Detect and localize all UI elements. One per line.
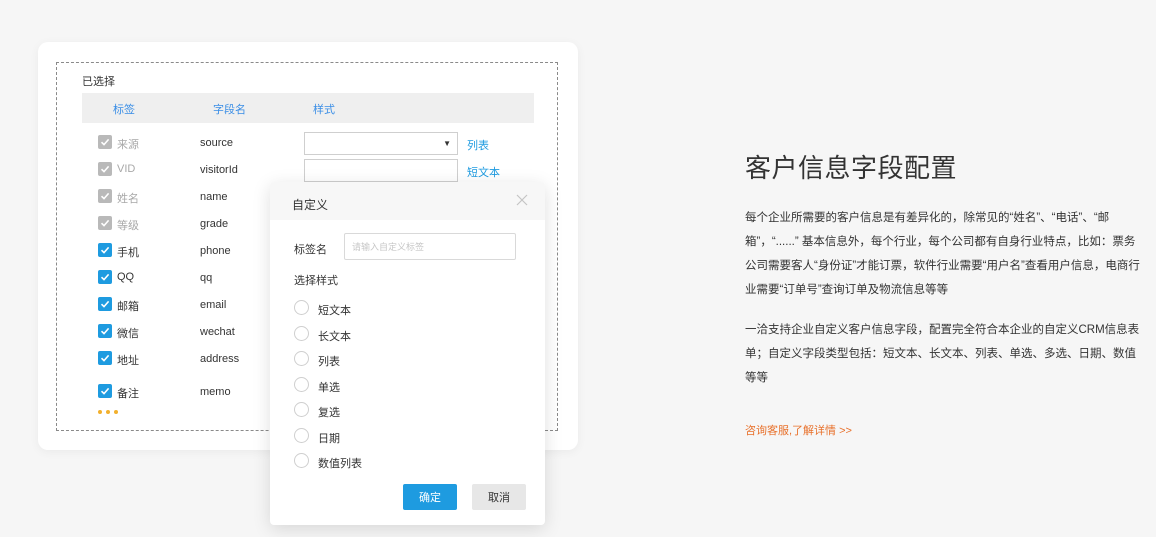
radio-icon[interactable] [294, 325, 309, 341]
header-label: 标签 [113, 104, 135, 116]
header-field: 字段名 [213, 104, 246, 116]
table-row: VID visitorId 短文本 [57, 159, 557, 182]
style-option-label: 列表 [318, 356, 340, 368]
caret-down-icon: ▼ [443, 139, 451, 148]
row-label: 等级 [117, 220, 139, 232]
confirm-button[interactable]: 确定 [403, 484, 457, 510]
radio-icon[interactable] [294, 376, 309, 392]
row-field-name: grade [200, 218, 229, 230]
row-label: 手机 [117, 247, 139, 259]
style-option[interactable]: 日期 [294, 427, 474, 445]
table-row: 来源 source ▼ 列表 [57, 132, 557, 155]
style-type-link[interactable]: 短文本 [467, 164, 500, 180]
page-title: 客户信息字段配置 [745, 153, 958, 183]
row-label: 来源 [117, 139, 139, 151]
description-paragraph-2: 一洽支持企业自定义客户信息字段，配置完全符合本企业的自定义CRM信息表单；自定义… [745, 324, 1140, 384]
style-option[interactable]: 数值列表 [294, 453, 474, 470]
style-option[interactable]: 短文本 [294, 300, 474, 317]
radio-icon[interactable] [294, 427, 309, 443]
tag-name-label: 标签名 [294, 244, 327, 256]
table-header: 标签 字段名 样式 [82, 93, 534, 123]
row-field-name: phone [200, 245, 231, 257]
custom-field-dialog: 自定义 标签名 选择样式 短文本长文本列表单选复选日期数值列表 确定 取消 [270, 182, 545, 525]
row-field-name: source [200, 137, 234, 149]
row-field-name: visitorId [200, 164, 238, 176]
style-option[interactable]: 列表 [294, 351, 474, 368]
checkbox-icon [98, 162, 112, 176]
dialog-title: 自定义 [292, 198, 329, 212]
row-label: 姓名 [117, 193, 139, 205]
row-label: 备注 [117, 388, 139, 400]
row-field-name: qq [200, 272, 213, 284]
dialog-header: 自定义 [270, 182, 545, 220]
row-label: 地址 [117, 355, 139, 367]
style-option-label: 日期 [318, 432, 340, 445]
consult-link[interactable]: 咨询客服,了解详情 >> [745, 422, 852, 438]
checkbox-icon[interactable] [98, 297, 112, 311]
row-field-name: memo [200, 386, 231, 398]
checkbox-icon [98, 135, 112, 149]
style-option-label: 长文本 [318, 330, 351, 343]
style-input[interactable] [304, 159, 458, 182]
radio-icon[interactable] [294, 402, 309, 417]
style-option[interactable]: 复选 [294, 402, 474, 419]
checkbox-icon[interactable] [98, 243, 112, 257]
style-select[interactable]: ▼ [304, 132, 458, 155]
checkbox-icon[interactable] [98, 351, 112, 365]
description-paragraph-1: 每个企业所需要的客户信息是有差异化的，除常见的“姓名”、“电话”、“邮箱”，“.… [745, 212, 1140, 296]
header-style: 样式 [313, 104, 335, 116]
row-field-name: wechat [200, 326, 235, 338]
radio-icon[interactable] [294, 453, 309, 468]
style-option[interactable]: 长文本 [294, 325, 474, 343]
checkbox-icon [98, 216, 112, 230]
tag-name-input[interactable] [344, 233, 516, 260]
radio-icon[interactable] [294, 300, 309, 315]
style-option-label: 数值列表 [318, 458, 362, 470]
selected-title: 已选择 [82, 76, 115, 88]
loading-dots-icon [98, 410, 118, 414]
style-select-label: 选择样式 [294, 275, 338, 287]
row-field-name: name [200, 191, 228, 203]
close-icon[interactable] [515, 193, 529, 207]
checkbox-icon [98, 189, 112, 203]
row-field-name: email [200, 299, 227, 311]
checkbox-icon[interactable] [98, 270, 112, 284]
style-option[interactable]: 单选 [294, 376, 474, 394]
row-label: 微信 [117, 328, 139, 340]
style-type-link[interactable]: 列表 [467, 137, 489, 153]
row-field-name: address [200, 353, 240, 365]
row-label: 邮箱 [117, 301, 139, 313]
style-option-label: 复选 [318, 407, 340, 419]
row-label: QQ [117, 271, 135, 283]
style-option-label: 单选 [318, 381, 340, 394]
checkbox-icon[interactable] [98, 384, 112, 398]
cancel-button[interactable]: 取消 [472, 484, 526, 510]
row-label: VID [117, 163, 136, 175]
checkbox-icon[interactable] [98, 324, 112, 338]
radio-icon[interactable] [294, 351, 309, 366]
style-option-label: 短文本 [318, 305, 351, 317]
